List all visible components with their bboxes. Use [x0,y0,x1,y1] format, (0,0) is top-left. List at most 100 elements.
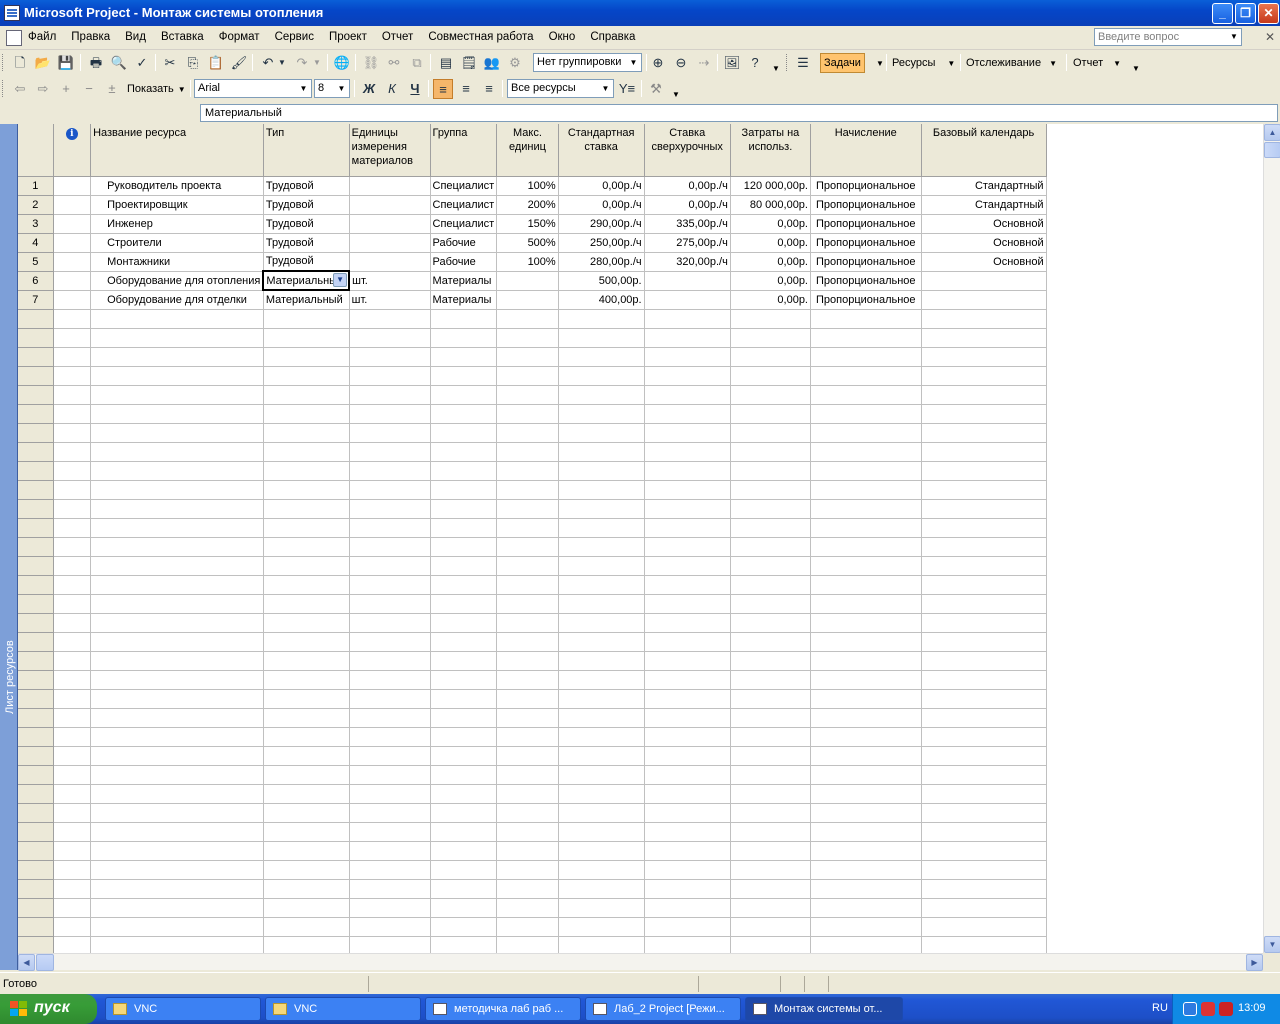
cell-calendar[interactable] [921,879,1047,899]
chevron-down-icon[interactable]: ▼ [335,81,348,96]
cell-cost-use[interactable]: 120 000,00р. [730,176,812,196]
cell-cost-use[interactable] [730,689,812,709]
cell-std-rate[interactable] [558,309,645,329]
cell-name[interactable] [90,746,264,766]
cell-calendar[interactable] [921,784,1047,804]
cell-indicator[interactable] [53,423,92,443]
cell-name[interactable] [90,803,264,823]
cell-std-rate[interactable] [558,746,645,766]
table-row[interactable] [18,803,1263,823]
cell-indicator[interactable] [53,176,92,196]
column-header-std-rate[interactable]: Стандартная ставка [558,124,645,177]
cell-accrue[interactable] [810,461,922,481]
cell-ovt-rate[interactable] [644,366,731,386]
toolbar-options-icon[interactable]: ▼ [1132,64,1140,73]
cell-std-rate[interactable] [558,518,645,538]
cell-ovt-rate[interactable] [644,309,731,329]
cell-indicator[interactable] [53,898,92,918]
table-row[interactable] [18,366,1263,386]
cell-type[interactable] [263,480,350,500]
cell-units[interactable] [349,784,431,804]
row-number[interactable] [18,518,54,538]
cell-type[interactable] [263,632,350,652]
table-row[interactable] [18,727,1263,747]
cell-type[interactable] [263,917,350,937]
cell-group[interactable] [430,708,498,728]
cell-accrue[interactable] [810,556,922,576]
cell-type[interactable] [263,689,350,709]
cell-ovt-rate[interactable] [644,632,731,652]
cell-cost-use[interactable] [730,480,812,500]
cell-group[interactable] [430,480,498,500]
task-notes-icon[interactable]: 🗒 [459,53,479,73]
cell-group[interactable] [430,347,498,367]
cell-type[interactable] [263,366,350,386]
cell-calendar[interactable] [921,822,1047,842]
cell-units[interactable] [349,746,431,766]
cell-max[interactable] [496,727,559,747]
cell-accrue[interactable] [810,784,922,804]
cell-std-rate[interactable] [558,404,645,424]
cell-type[interactable] [263,651,350,671]
cell-cost-use[interactable] [730,385,812,405]
row-number[interactable] [18,537,54,557]
help-question-input[interactable]: Введите вопрос ▼ [1094,28,1242,46]
row-number[interactable] [18,461,54,481]
taskbar-button[interactable]: VNC [265,997,421,1021]
cell-group[interactable] [430,651,498,671]
cell-accrue[interactable] [810,632,922,652]
cell-ovt-rate[interactable] [644,328,731,348]
row-number[interactable] [18,670,54,690]
link-tasks-icon[interactable]: ⛓ [361,53,381,73]
cell-indicator[interactable] [53,727,92,747]
cell-accrue[interactable] [810,746,922,766]
cell-indicator[interactable] [53,404,92,424]
guide-report-button[interactable]: Отчет ▼ [1073,57,1121,69]
cell-accrue[interactable] [810,765,922,785]
cell-ovt-rate[interactable] [644,404,731,424]
cell-type[interactable] [263,461,350,481]
cell-calendar[interactable] [921,461,1047,481]
cell-indicator[interactable] [53,670,92,690]
autofilter-icon[interactable]: Y≡ [617,79,637,99]
cell-indicator[interactable] [53,290,92,310]
row-number[interactable]: 4 [18,233,54,253]
hyperlink-globe-icon[interactable]: 🌐 [332,53,352,73]
cell-max[interactable] [496,423,559,443]
cell-cost-use[interactable] [730,670,812,690]
cell-calendar[interactable] [921,518,1047,538]
project-guide-icon[interactable]: ☰ [793,53,813,73]
cell-name[interactable] [90,898,264,918]
cell-std-rate[interactable]: 280,00р./ч [558,252,645,272]
cell-indicator[interactable] [53,917,92,937]
cell-std-rate[interactable] [558,499,645,519]
cell-cost-use[interactable] [730,366,812,386]
cell-calendar[interactable]: Основной [921,214,1047,234]
cell-units[interactable] [349,613,431,633]
font-size-select[interactable]: 8 ▼ [314,79,350,98]
cell-type[interactable] [263,613,350,633]
cell-accrue[interactable]: Пропорциональное [810,214,922,234]
cell-calendar[interactable] [921,328,1047,348]
taskbar-button[interactable]: методичка лаб раб ... [425,997,581,1021]
horizontal-scroll-thumb[interactable] [36,954,54,971]
cell-name[interactable] [90,309,264,329]
cell-max[interactable] [496,765,559,785]
spelling-icon[interactable]: ✓ [132,53,152,73]
row-number[interactable] [18,708,54,728]
cell-name[interactable] [90,879,264,899]
cell-calendar[interactable] [921,651,1047,671]
cell-units[interactable] [349,252,431,272]
cell-name[interactable] [90,537,264,557]
cell-type[interactable] [263,594,350,614]
row-number[interactable] [18,898,54,918]
chevron-down-icon[interactable]: ▼ [297,81,310,96]
grouping-select[interactable]: Нет группировки ▼ [533,53,642,72]
cell-calendar[interactable] [921,366,1047,386]
cell-max[interactable]: 100% [496,176,559,196]
cell-group[interactable] [430,594,498,614]
select-all-corner[interactable] [18,124,54,177]
cell-std-rate[interactable] [558,328,645,348]
cell-ovt-rate[interactable] [644,898,731,918]
cell-type[interactable] [263,423,350,443]
